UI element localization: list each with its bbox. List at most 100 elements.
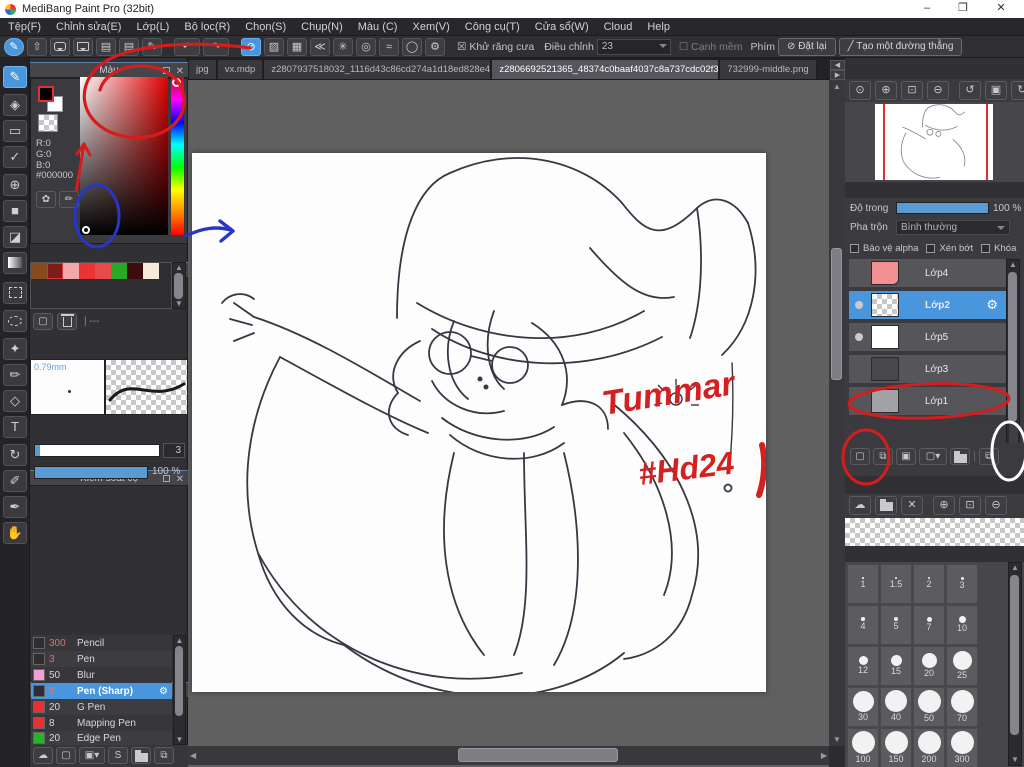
brush-size-cell-10[interactable]: 10 xyxy=(946,605,978,645)
scroll-right-arrow[interactable]: ▶ xyxy=(821,751,827,760)
brush-size-cell-3[interactable]: 3 xyxy=(946,564,978,604)
reset-button[interactable]: ⊘ Đặt lại xyxy=(778,37,836,56)
menu-cloud[interactable]: Cloud xyxy=(604,21,633,33)
adjust-dropdown[interactable]: 23 xyxy=(596,38,671,55)
comment-button[interactable] xyxy=(50,37,70,56)
brush-size-cell-100[interactable]: 100 xyxy=(847,728,879,767)
measure-tool[interactable]: ✒ xyxy=(3,496,27,518)
menu-tools[interactable]: Công cụ(T) xyxy=(465,21,520,33)
reference-cloud-button[interactable]: ☁ xyxy=(849,496,871,515)
tab-document-4[interactable]: 732999-middle.png xyxy=(719,59,817,79)
zoom-in-button[interactable]: ⊕ xyxy=(875,81,897,100)
brush-settings-gear-icon[interactable]: ⚙ xyxy=(159,686,168,697)
menu-capture[interactable]: Chụp(N) xyxy=(301,21,343,33)
select-rect-tool[interactable]: ▭ xyxy=(3,120,27,142)
brush-opacity-slider[interactable] xyxy=(34,466,148,479)
brush-row-g-pen[interactable]: 20 G Pen xyxy=(31,699,172,715)
make-line-button[interactable]: ╱ Tạo một đường thẳng xyxy=(838,37,963,56)
cloud-brush-button[interactable]: ☁ xyxy=(33,747,53,764)
palette-swatch[interactable] xyxy=(143,263,159,279)
shape-fill-tool[interactable]: ■ xyxy=(3,200,27,222)
text-tool[interactable]: T xyxy=(3,416,27,438)
brush-size-cell-70[interactable]: 70 xyxy=(946,687,978,727)
tab-document-0[interactable]: jpg xyxy=(188,59,217,79)
cloud-app-button[interactable]: ✎ xyxy=(4,37,24,56)
chat-button[interactable] xyxy=(73,37,93,56)
palette-swatch[interactable] xyxy=(95,263,111,279)
brush-size-cell-30[interactable]: 30 xyxy=(847,687,879,727)
select-tool[interactable] xyxy=(3,282,27,304)
brush-size-cell-5[interactable]: 5 xyxy=(880,605,912,645)
merge-layer-button[interactable]: ⧉ xyxy=(978,448,999,465)
brush-size-cell-25[interactable]: 25 xyxy=(946,646,978,686)
snap-settings-button[interactable]: ⚙ xyxy=(425,37,445,56)
brush-size-cell-20[interactable]: 20 xyxy=(913,646,945,686)
brush-row-edge-pen[interactable]: 20 Edge Pen xyxy=(31,731,172,745)
brush-row-pen[interactable]: 3 Pen xyxy=(31,651,172,667)
menu-help[interactable]: Help xyxy=(647,21,670,33)
tab-document-2[interactable]: z2807937518032_1116d43c86cd274a1d18ed828… xyxy=(263,59,492,79)
palette-swatch[interactable] xyxy=(127,263,143,279)
fit-screen-button[interactable]: ▣ xyxy=(985,81,1007,100)
brush-size-cell-300[interactable]: 300 xyxy=(946,728,978,767)
brush-list-scrollbar[interactable]: ▲ ▼ xyxy=(173,635,186,745)
reference-view[interactable] xyxy=(845,518,1024,546)
transparent-color-swatch[interactable] xyxy=(38,114,58,132)
snap-curve-button[interactable]: ≈ xyxy=(379,37,399,56)
lock-checkbox[interactable]: Khóa xyxy=(981,243,1016,254)
brush-size-cell-50[interactable]: 50 xyxy=(913,687,945,727)
compose-button[interactable]: ✎ xyxy=(142,37,162,56)
add-brush-button[interactable]: ▢ xyxy=(56,747,76,764)
snap-off-button[interactable]: ⊘ xyxy=(241,37,261,56)
reference-zoom-in-button[interactable]: ⊕ xyxy=(933,496,955,515)
menu-layer[interactable]: Lớp(L) xyxy=(136,21,169,33)
brush-size-cell-1[interactable]: 1 xyxy=(847,564,879,604)
scroll-up-arrow[interactable]: ▲ xyxy=(829,82,845,91)
layer-row-lop1[interactable]: Lớp1 xyxy=(849,387,1006,417)
brush-row-mapping-pen[interactable]: 8 Mapping Pen xyxy=(31,715,172,731)
brush-size-cell-1.5[interactable]: 1.5 xyxy=(880,564,912,604)
vscroll-thumb[interactable] xyxy=(831,248,842,380)
palette-swatch[interactable] xyxy=(63,263,79,279)
brush-size-cell-12[interactable]: 12 xyxy=(847,646,879,686)
layer-folder-button[interactable] xyxy=(950,448,970,465)
hue-cursor[interactable] xyxy=(172,78,181,87)
magic-wand-tool[interactable]: ✦ xyxy=(3,338,27,360)
brush-tool[interactable]: ✎ xyxy=(3,66,27,88)
duplicate-layer-button[interactable]: ⧉ xyxy=(873,448,893,465)
scroll-left-arrow[interactable]: ◀ xyxy=(190,751,196,760)
snap-concentric-button[interactable]: ◎ xyxy=(356,37,376,56)
brush-size-cell-15[interactable]: 15 xyxy=(880,646,912,686)
navigator-view[interactable] xyxy=(845,102,1024,182)
snap-grid-button[interactable]: ▦ xyxy=(287,37,307,56)
layer-row-lop3[interactable]: Lớp3 xyxy=(849,355,1006,385)
select-pen-tool[interactable]: ✏ xyxy=(3,364,27,386)
zoom-fit-button[interactable]: ⊡ xyxy=(901,81,923,100)
zoom-out-button[interactable]: ⊖ xyxy=(927,81,949,100)
layer-opacity-slider[interactable] xyxy=(896,202,989,214)
snap-vanishing-button[interactable]: ≪ xyxy=(310,37,330,56)
brush-width-slider[interactable] xyxy=(34,444,160,457)
gradient-tool[interactable] xyxy=(3,252,27,274)
eyedropper-tool[interactable]: ✐ xyxy=(3,470,27,492)
menu-window[interactable]: Cửa sổ(W) xyxy=(535,21,589,33)
hscroll-thumb[interactable] xyxy=(458,748,618,762)
snap-parallel-button[interactable]: ▨ xyxy=(264,37,284,56)
color-picker-mode-button[interactable]: ✏ xyxy=(59,191,79,208)
antialias-checkbox[interactable]: ☒ Khử răng cưa xyxy=(457,41,534,53)
delete-color-button[interactable] xyxy=(57,313,77,330)
undo-button[interactable]: ↶ xyxy=(174,37,200,56)
delete-layer-button[interactable]: ▣ xyxy=(896,448,916,465)
brush-folder-button[interactable] xyxy=(131,747,151,764)
foreground-color-swatch[interactable] xyxy=(38,86,54,102)
lasso-tool[interactable] xyxy=(3,310,27,332)
palette-mode-button[interactable]: ✿ xyxy=(36,191,56,208)
menu-view[interactable]: Xem(V) xyxy=(412,21,449,33)
script-brush-button[interactable]: S xyxy=(108,747,128,764)
saturation-value-picker[interactable] xyxy=(80,77,168,235)
palette-swatch-selected[interactable] xyxy=(47,263,63,279)
scroll-down-arrow[interactable]: ▼ xyxy=(829,735,845,744)
brush-size-cell-40[interactable]: 40 xyxy=(880,687,912,727)
duplicate-brush-button[interactable]: ⧉ xyxy=(154,747,174,764)
menu-select[interactable]: Chọn(S) xyxy=(245,21,286,33)
